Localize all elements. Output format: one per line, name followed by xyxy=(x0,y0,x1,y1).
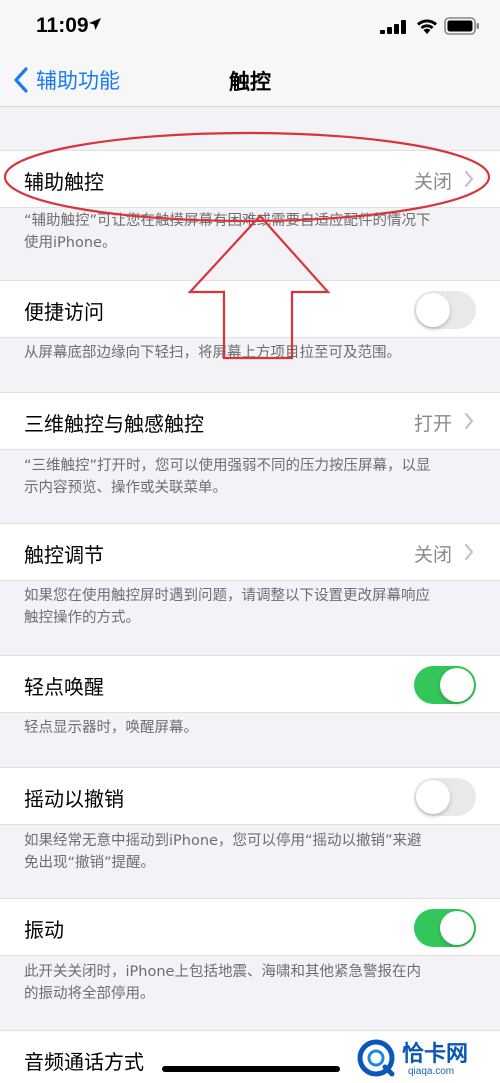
row-label: 三维触控与触感触控 xyxy=(24,412,204,436)
row-label: 音频通话方式 xyxy=(24,1050,144,1074)
footer-shake-to-undo: 如果经常无意中摇动到iPhone，您可以停用“摇动以撤销”来避 免出现“撤销”提… xyxy=(24,830,480,874)
status-time: 11:09 xyxy=(36,14,89,37)
footer-line: 此开关关闭时，iPhone上包括地震、海啸和其他紧急警报在内 xyxy=(24,964,421,980)
row-label: 触控调节 xyxy=(24,543,104,567)
battery-icon xyxy=(444,17,479,35)
watermark-text: 恰卡网 xyxy=(402,1042,469,1067)
row-tap-to-wake[interactable]: 轻点唤醒 xyxy=(0,655,500,713)
wifi-icon xyxy=(417,19,437,34)
chevron-right-icon xyxy=(464,412,474,430)
toggle-knob xyxy=(416,780,450,814)
watermark: 恰卡网 qiaqa.com xyxy=(356,1036,500,1083)
row-label: 便捷访问 xyxy=(24,300,104,324)
footer-line: 的振动将全部停用。 xyxy=(24,986,155,1002)
row-3d-haptic-touch[interactable]: 三维触控与触感触控 打开 xyxy=(0,392,500,450)
toggle-knob xyxy=(440,911,474,945)
footer-vibration: 此开关关闭时，iPhone上包括地震、海啸和其他紧急警报在内 的振动将全部停用。 xyxy=(24,961,480,1005)
footer-3d-touch: “三维触控”打开时，您可以使用强弱不同的压力按压屏幕，以显 示内容预览、操作或关… xyxy=(24,455,480,499)
footer-line: 如果经常无意中摇动到iPhone，您可以停用“摇动以撤销”来避 xyxy=(24,833,422,849)
up-arrow-annotation xyxy=(187,214,331,360)
tap-to-wake-toggle[interactable] xyxy=(414,666,476,704)
toggle-knob xyxy=(416,293,450,327)
footer-line: 如果您在使用触控屏时遇到问题，请调整以下设置更改屏幕响应 xyxy=(24,588,430,604)
status-bar: 11:09 xyxy=(0,0,500,54)
footer-line: 免出现“撤销”提醒。 xyxy=(24,855,156,871)
footer-tap-to-wake: 轻点显示器时，唤醒屏幕。 xyxy=(24,717,480,739)
location-arrow-icon xyxy=(89,18,101,30)
footer-line: 轻点显示器时，唤醒屏幕。 xyxy=(24,720,198,736)
chevron-right-icon xyxy=(464,543,474,561)
cellular-signal-icon xyxy=(380,20,406,34)
navigation-bar: 辅助功能 触控 xyxy=(0,54,500,107)
vibration-toggle[interactable] xyxy=(414,909,476,947)
row-label: 摇动以撤销 xyxy=(24,787,124,811)
footer-line: 示内容预览、操作或关联菜单。 xyxy=(24,480,227,496)
row-vibration[interactable]: 振动 xyxy=(0,898,500,956)
footer-line: 触控操作的方式。 xyxy=(24,610,140,626)
row-label: 振动 xyxy=(24,918,64,942)
reachability-toggle[interactable] xyxy=(414,291,476,329)
page-title: 触控 xyxy=(229,70,271,94)
home-indicator xyxy=(162,1066,340,1072)
row-label: 轻点唤醒 xyxy=(24,675,104,699)
shake-to-undo-toggle[interactable] xyxy=(414,778,476,816)
watermark-logo-icon xyxy=(357,1039,395,1077)
footer-touch-accommodations: 如果您在使用触控屏时遇到问题，请调整以下设置更改屏幕响应 触控操作的方式。 xyxy=(24,585,480,629)
toggle-knob xyxy=(440,668,474,702)
row-value: 打开 xyxy=(413,413,452,435)
row-touch-accommodations[interactable]: 触控调节 关闭 xyxy=(0,523,500,581)
row-value: 关闭 xyxy=(413,544,452,566)
watermark-subtext: qiaqa.com xyxy=(408,1066,455,1077)
footer-line: “三维触控”打开时，您可以使用强弱不同的压力按压屏幕，以显 xyxy=(24,458,431,474)
row-shake-to-undo[interactable]: 摇动以撤销 xyxy=(0,767,500,825)
